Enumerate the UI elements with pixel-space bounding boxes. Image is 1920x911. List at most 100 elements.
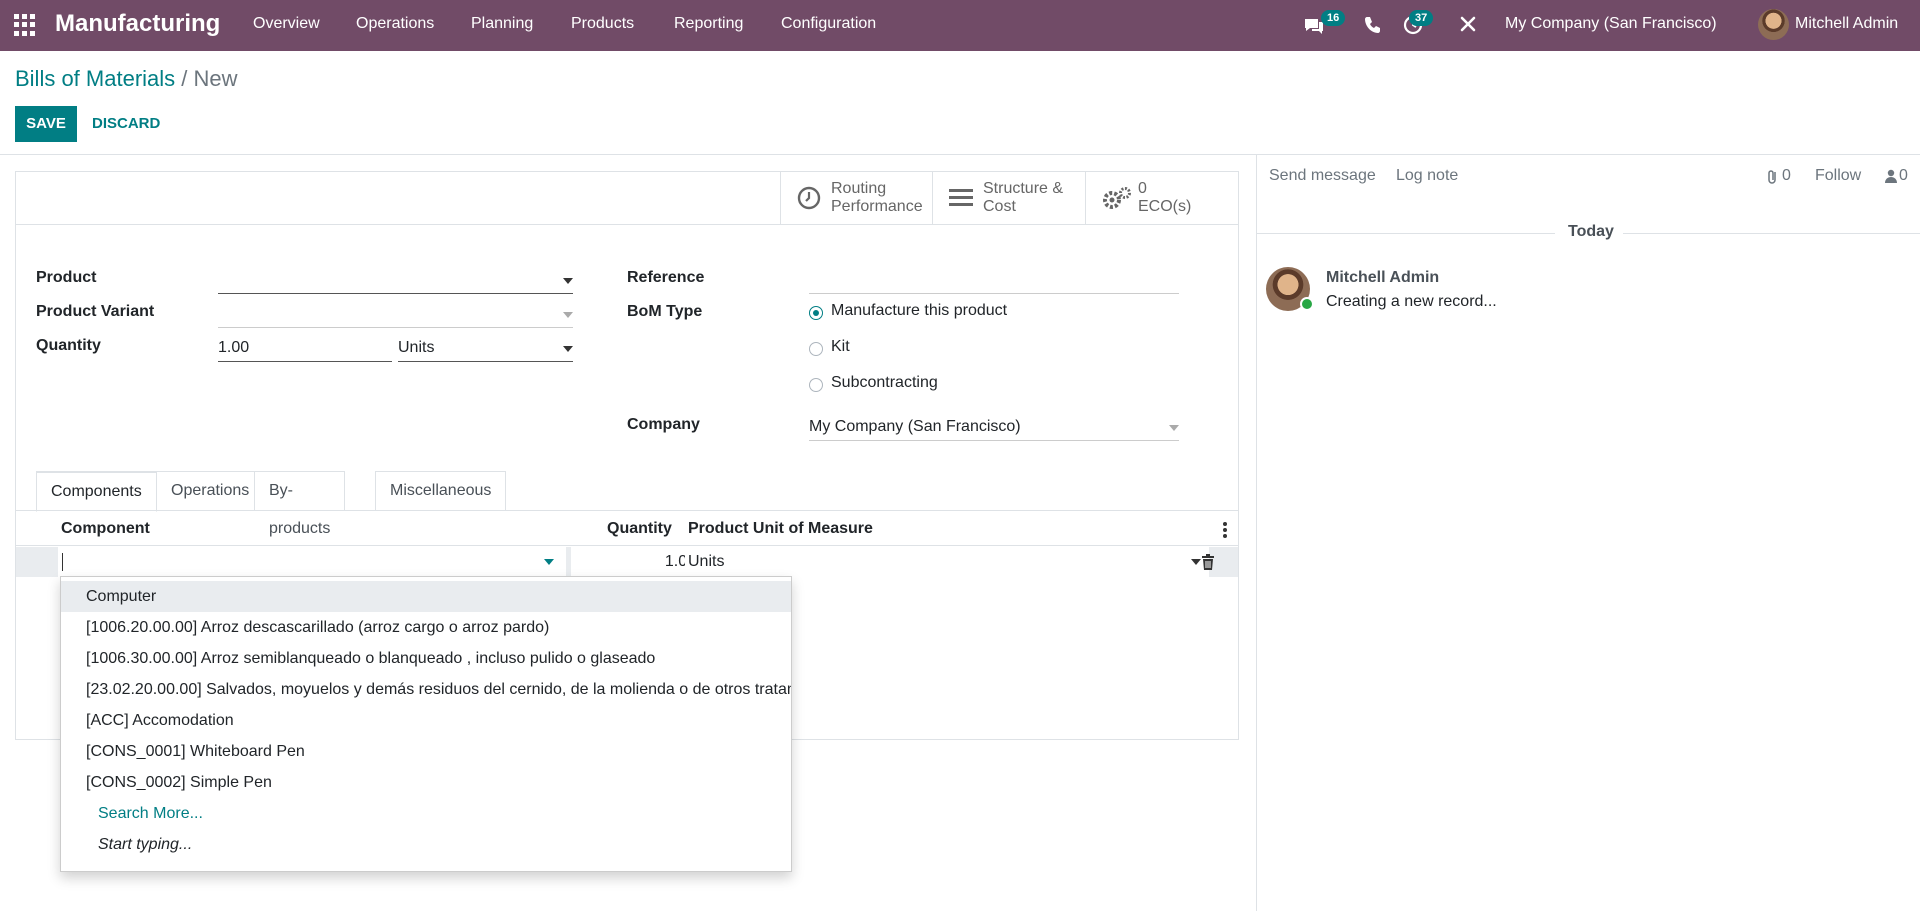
- smart-button-box: Routing Performance Structure & Cost 0 ECO(…: [16, 172, 1238, 225]
- app-name[interactable]: Manufacturing: [55, 0, 220, 51]
- bom-type-manufacture-label[interactable]: Manufacture this product: [831, 302, 1007, 320]
- trash-icon[interactable]: [1201, 554, 1215, 575]
- user-avatar[interactable]: [1758, 9, 1789, 40]
- bom-type-subcontracting-label[interactable]: Subcontracting: [831, 374, 938, 392]
- message-body: Creating a new record...: [1326, 293, 1497, 310]
- bom-type-manufacture-radio[interactable]: [809, 306, 823, 320]
- dropdown-option[interactable]: [CONS_0002] Simple Pen: [61, 767, 791, 798]
- menu-reporting[interactable]: Reporting: [674, 0, 743, 51]
- date-separator-line: [1623, 233, 1920, 234]
- routing-label-2: Performance: [831, 198, 923, 215]
- chatter-panel: Send message Log note 0 Follow 0 Today M…: [1256, 155, 1920, 911]
- optional-columns-icon[interactable]: [1223, 522, 1227, 543]
- search-more-link[interactable]: Search More...: [61, 798, 791, 829]
- save-button[interactable]: SAVE: [15, 106, 77, 142]
- breadcrumb-current: New: [193, 66, 238, 91]
- column-header-quantity[interactable]: Quantity: [607, 520, 672, 538]
- component-autocomplete-dropdown: Computer [1006.20.00.00] Arroz descascar…: [60, 576, 792, 872]
- discard-button[interactable]: DISCARD: [92, 106, 160, 142]
- breadcrumb: Bills of Materials / New: [15, 66, 238, 92]
- company-label: Company: [627, 416, 700, 433]
- clock-icon: [797, 186, 821, 215]
- component-input[interactable]: [58, 547, 566, 577]
- product-caret-icon[interactable]: [563, 278, 573, 284]
- tab-operations[interactable]: Operations: [156, 471, 265, 511]
- tab-components[interactable]: Components: [36, 471, 157, 512]
- menu-products[interactable]: Products: [571, 0, 634, 51]
- column-header-component[interactable]: Component: [61, 520, 150, 538]
- quantity-input[interactable]: 1.00: [218, 335, 392, 362]
- reference-input[interactable]: [809, 267, 1179, 294]
- component-uom-field[interactable]: Units: [685, 547, 1209, 577]
- text-cursor: [62, 553, 63, 571]
- menu-overview[interactable]: Overview: [253, 0, 320, 51]
- tab-by-products[interactable]: By-products: [254, 471, 346, 537]
- company-value: My Company (San Francisco): [809, 418, 1021, 435]
- eco-label: ECO(s): [1138, 198, 1192, 215]
- dropdown-option[interactable]: [ACC] Accomodation: [61, 705, 791, 736]
- tab-miscellaneous[interactable]: Miscellaneous: [375, 471, 507, 511]
- dropdown-option[interactable]: [23.02.20.00.00] Salvados, moyuelos y de…: [61, 674, 791, 705]
- product-variant-label: Product Variant: [36, 303, 155, 320]
- online-status-dot: [1300, 297, 1314, 311]
- debug-tools-icon[interactable]: [1459, 15, 1477, 38]
- messages-badge: 16: [1321, 10, 1346, 26]
- breadcrumb-separator: /: [175, 66, 194, 91]
- tab-divider: [16, 510, 1238, 511]
- variant-caret-icon[interactable]: [563, 312, 573, 318]
- dropdown-option[interactable]: Computer: [61, 581, 791, 612]
- routing-label-1: Routing: [831, 180, 887, 197]
- eco-count: 0: [1138, 180, 1147, 197]
- uom-caret-icon[interactable]: [563, 346, 573, 352]
- apps-menu-icon[interactable]: [14, 14, 36, 36]
- bom-type-kit-radio[interactable]: [809, 342, 823, 356]
- component-quantity-input[interactable]: 1.00: [571, 547, 698, 577]
- date-separator-line: [1257, 233, 1555, 234]
- structure-cost-button[interactable]: Structure & Cost: [932, 172, 1085, 224]
- component-uom-value: Units: [688, 553, 725, 570]
- product-field[interactable]: [218, 267, 573, 294]
- bom-type-subcontracting-radio[interactable]: [809, 378, 823, 392]
- start-typing-hint: Start typing...: [98, 836, 193, 853]
- product-variant-field[interactable]: [218, 301, 573, 328]
- menu-planning[interactable]: Planning: [471, 0, 533, 51]
- structure-label-1: Structure &: [983, 180, 1064, 197]
- follower-count[interactable]: 0: [1899, 167, 1908, 185]
- menu-operations[interactable]: Operations: [356, 0, 434, 51]
- uom-value: Units: [398, 339, 435, 356]
- product-label: Product: [36, 269, 97, 286]
- top-navbar: Manufacturing Overview Operations Planni…: [0, 0, 1920, 51]
- structure-label-2: Cost: [983, 198, 1016, 215]
- send-message-button[interactable]: Send message: [1269, 167, 1376, 185]
- message-author[interactable]: Mitchell Admin: [1326, 269, 1439, 287]
- attachment-count[interactable]: 0: [1782, 167, 1791, 185]
- bom-type-label: BoM Type: [627, 303, 703, 320]
- column-header-uom[interactable]: Product Unit of Measure: [688, 520, 873, 538]
- uom-field[interactable]: Units: [398, 335, 573, 362]
- quantity-label: Quantity: [36, 337, 101, 354]
- list-bars-icon: [949, 186, 973, 213]
- dropdown-option[interactable]: [1006.20.00.00] Arroz descascarillado (a…: [61, 612, 791, 643]
- eco-button[interactable]: 0 ECO(s): [1085, 172, 1238, 224]
- log-note-button[interactable]: Log note: [1396, 167, 1458, 185]
- bom-type-kit-label[interactable]: Kit: [831, 338, 850, 356]
- follow-button[interactable]: Follow: [1815, 167, 1861, 185]
- company-caret-icon[interactable]: [1169, 425, 1179, 431]
- user-icon[interactable]: [1885, 169, 1897, 188]
- reference-label: Reference: [627, 269, 705, 286]
- company-field[interactable]: My Company (San Francisco): [809, 414, 1179, 441]
- phone-icon[interactable]: [1364, 16, 1380, 39]
- breadcrumb-parent-link[interactable]: Bills of Materials: [15, 66, 175, 91]
- component-caret-icon[interactable]: [544, 559, 554, 565]
- menu-configuration[interactable]: Configuration: [781, 0, 876, 51]
- dropdown-option[interactable]: [1006.30.00.00] Arroz semiblanqueado o b…: [61, 643, 791, 674]
- user-menu[interactable]: Mitchell Admin: [1795, 0, 1898, 51]
- table-header-divider: [16, 545, 1238, 546]
- company-switcher[interactable]: My Company (San Francisco): [1505, 0, 1717, 51]
- gears-icon: [1102, 186, 1132, 217]
- dropdown-option[interactable]: [CONS_0001] Whiteboard Pen: [61, 736, 791, 767]
- routing-performance-button[interactable]: Routing Performance: [780, 172, 932, 224]
- date-separator: Today: [1568, 223, 1614, 240]
- component-uom-caret-icon[interactable]: [1191, 559, 1201, 565]
- paperclip-icon[interactable]: [1767, 169, 1779, 190]
